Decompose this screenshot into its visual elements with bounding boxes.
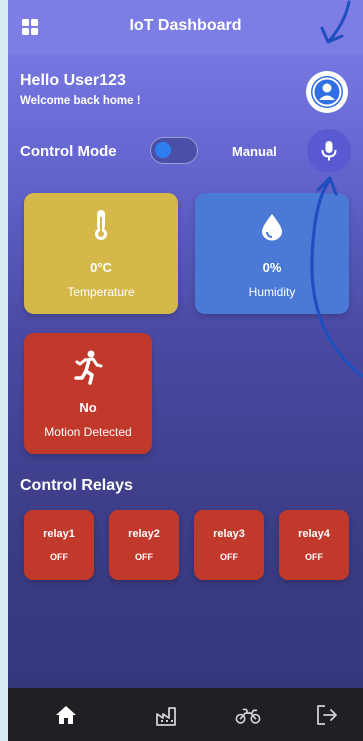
annotation-arrows [310,0,363,378]
